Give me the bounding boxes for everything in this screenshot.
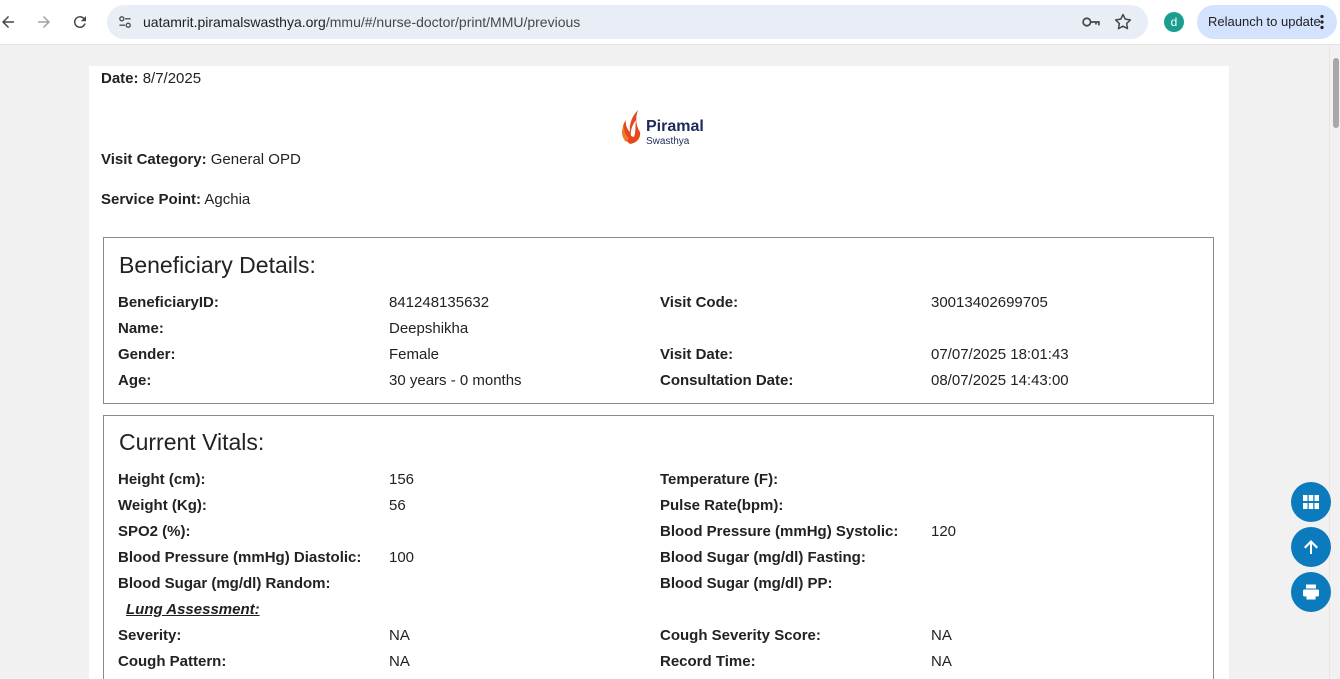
blood-sugar-fasting-label: Blood Sugar (mg/dl) Fasting: xyxy=(660,549,866,566)
service-point-line: Service Point: Agchia xyxy=(101,191,250,208)
visit-date-value: 07/07/2025 18:01:43 xyxy=(931,346,1069,363)
weight-value: 56 xyxy=(389,497,406,514)
visit-code-value: 30013402699705 xyxy=(931,294,1048,311)
url-path: /mmu/#/nurse-doctor/print/MMU/previous xyxy=(325,14,581,30)
service-point-value: Agchia xyxy=(204,191,251,208)
key-icon[interactable] xyxy=(1081,13,1101,31)
service-point-label: Service Point: xyxy=(101,191,202,208)
record-time-value: NA xyxy=(931,653,952,670)
cough-pattern-value: NA xyxy=(389,653,410,670)
gender-label: Gender: xyxy=(118,346,176,363)
spo2-label: SPO2 (%): xyxy=(118,523,191,540)
height-value: 156 xyxy=(389,471,415,488)
print-page: Date: 8/7/2025 Piramal Swasthya Visit Ca… xyxy=(89,66,1229,679)
cough-severity-score-value: NA xyxy=(931,627,952,644)
lung-assessment-heading: Lung Assessment: xyxy=(126,601,260,618)
beneficiary-id-label: BeneficiaryID: xyxy=(118,294,219,311)
weight-label: Weight (Kg): xyxy=(118,497,207,514)
consultation-date-value: 08/07/2025 14:43:00 xyxy=(931,372,1069,389)
page-scrollbar[interactable] xyxy=(1329,46,1340,679)
bp-diastolic-value: 100 xyxy=(389,549,415,566)
severity-value: NA xyxy=(389,627,410,644)
date-label: Date: xyxy=(101,70,139,87)
visit-category-label: Visit Category: xyxy=(101,151,207,168)
height-label: Height (cm): xyxy=(118,471,206,488)
pulse-rate-label: Pulse Rate(bpm): xyxy=(660,497,784,514)
star-icon[interactable] xyxy=(1113,12,1133,32)
beneficiary-details-title: Beneficiary Details: xyxy=(119,252,316,278)
relaunch-label: Relaunch to update xyxy=(1208,14,1321,29)
visit-date-label: Visit Date: xyxy=(660,346,734,363)
visit-code-label: Visit Code: xyxy=(660,294,739,311)
bp-diastolic-label: Blood Pressure (mmHg) Diastolic: xyxy=(118,549,362,566)
piramal-swasthya-logo: Piramal Swasthya xyxy=(616,106,706,147)
scroll-to-top-button[interactable] xyxy=(1291,527,1331,567)
gender-value: Female xyxy=(389,346,440,363)
consultation-date-label: Consultation Date: xyxy=(660,372,794,389)
bp-systolic-label: Blood Pressure (mmHg) Systolic: xyxy=(660,523,899,540)
reload-icon[interactable] xyxy=(66,8,94,36)
name-value: Deepshikha xyxy=(389,320,469,337)
cough-severity-score-label: Cough Severity Score: xyxy=(660,627,821,644)
name-label: Name: xyxy=(118,320,164,337)
blood-sugar-random-label: Blood Sugar (mg/dl) Random: xyxy=(118,575,331,592)
profile-avatar[interactable]: d xyxy=(1164,12,1184,32)
beneficiary-id-value: 841248135632 xyxy=(389,294,490,311)
current-vitals-panel: Current Vitals: Height (cm): 156 Tempera… xyxy=(103,415,1214,679)
logo-sub: Swasthya xyxy=(646,136,690,147)
back-arrow-icon[interactable] xyxy=(0,8,22,36)
relaunch-button[interactable]: Relaunch to update xyxy=(1197,5,1337,39)
visit-category-value: General OPD xyxy=(210,151,301,168)
beneficiary-details-panel: Beneficiary Details: BeneficiaryID: 8412… xyxy=(103,237,1214,404)
arrow-up-icon xyxy=(1304,540,1318,554)
print-button[interactable] xyxy=(1291,572,1331,612)
date-value: 8/7/2025 xyxy=(142,70,202,87)
severity-label: Severity: xyxy=(118,627,182,644)
kebab-menu-icon[interactable] xyxy=(1319,14,1325,30)
blood-sugar-pp-label: Blood Sugar (mg/dl) PP: xyxy=(660,575,833,592)
temperature-label: Temperature (F): xyxy=(660,471,779,488)
cough-pattern-label: Cough Pattern: xyxy=(118,653,227,670)
printer-icon xyxy=(1303,584,1319,600)
logo-brand: Piramal xyxy=(646,118,704,135)
record-time-label: Record Time: xyxy=(660,653,756,670)
flame-icon xyxy=(621,110,641,144)
site-settings-icon[interactable] xyxy=(115,12,135,32)
date-line: Date: 8/7/2025 xyxy=(101,70,201,87)
url-text[interactable]: uatamrit.piramalswasthya.org/mmu/#/nurse… xyxy=(143,14,580,30)
current-vitals-title: Current Vitals: xyxy=(119,429,265,455)
forward-arrow-icon[interactable] xyxy=(30,8,58,36)
address-bar[interactable]: uatamrit.piramalswasthya.org/mmu/#/nurse… xyxy=(107,5,1148,39)
url-host: uatamrit.piramalswasthya.org xyxy=(143,14,326,30)
grid-icon xyxy=(1303,495,1319,509)
scrollbar-thumb[interactable] xyxy=(1333,58,1339,128)
grid-menu-button[interactable] xyxy=(1291,482,1331,522)
bp-systolic-value: 120 xyxy=(931,523,957,540)
browser-toolbar: uatamrit.piramalswasthya.org/mmu/#/nurse… xyxy=(0,0,1340,45)
visit-category-line: Visit Category: General OPD xyxy=(101,151,301,168)
age-label: Age: xyxy=(118,372,152,389)
age-value: 30 years - 0 months xyxy=(389,372,522,389)
